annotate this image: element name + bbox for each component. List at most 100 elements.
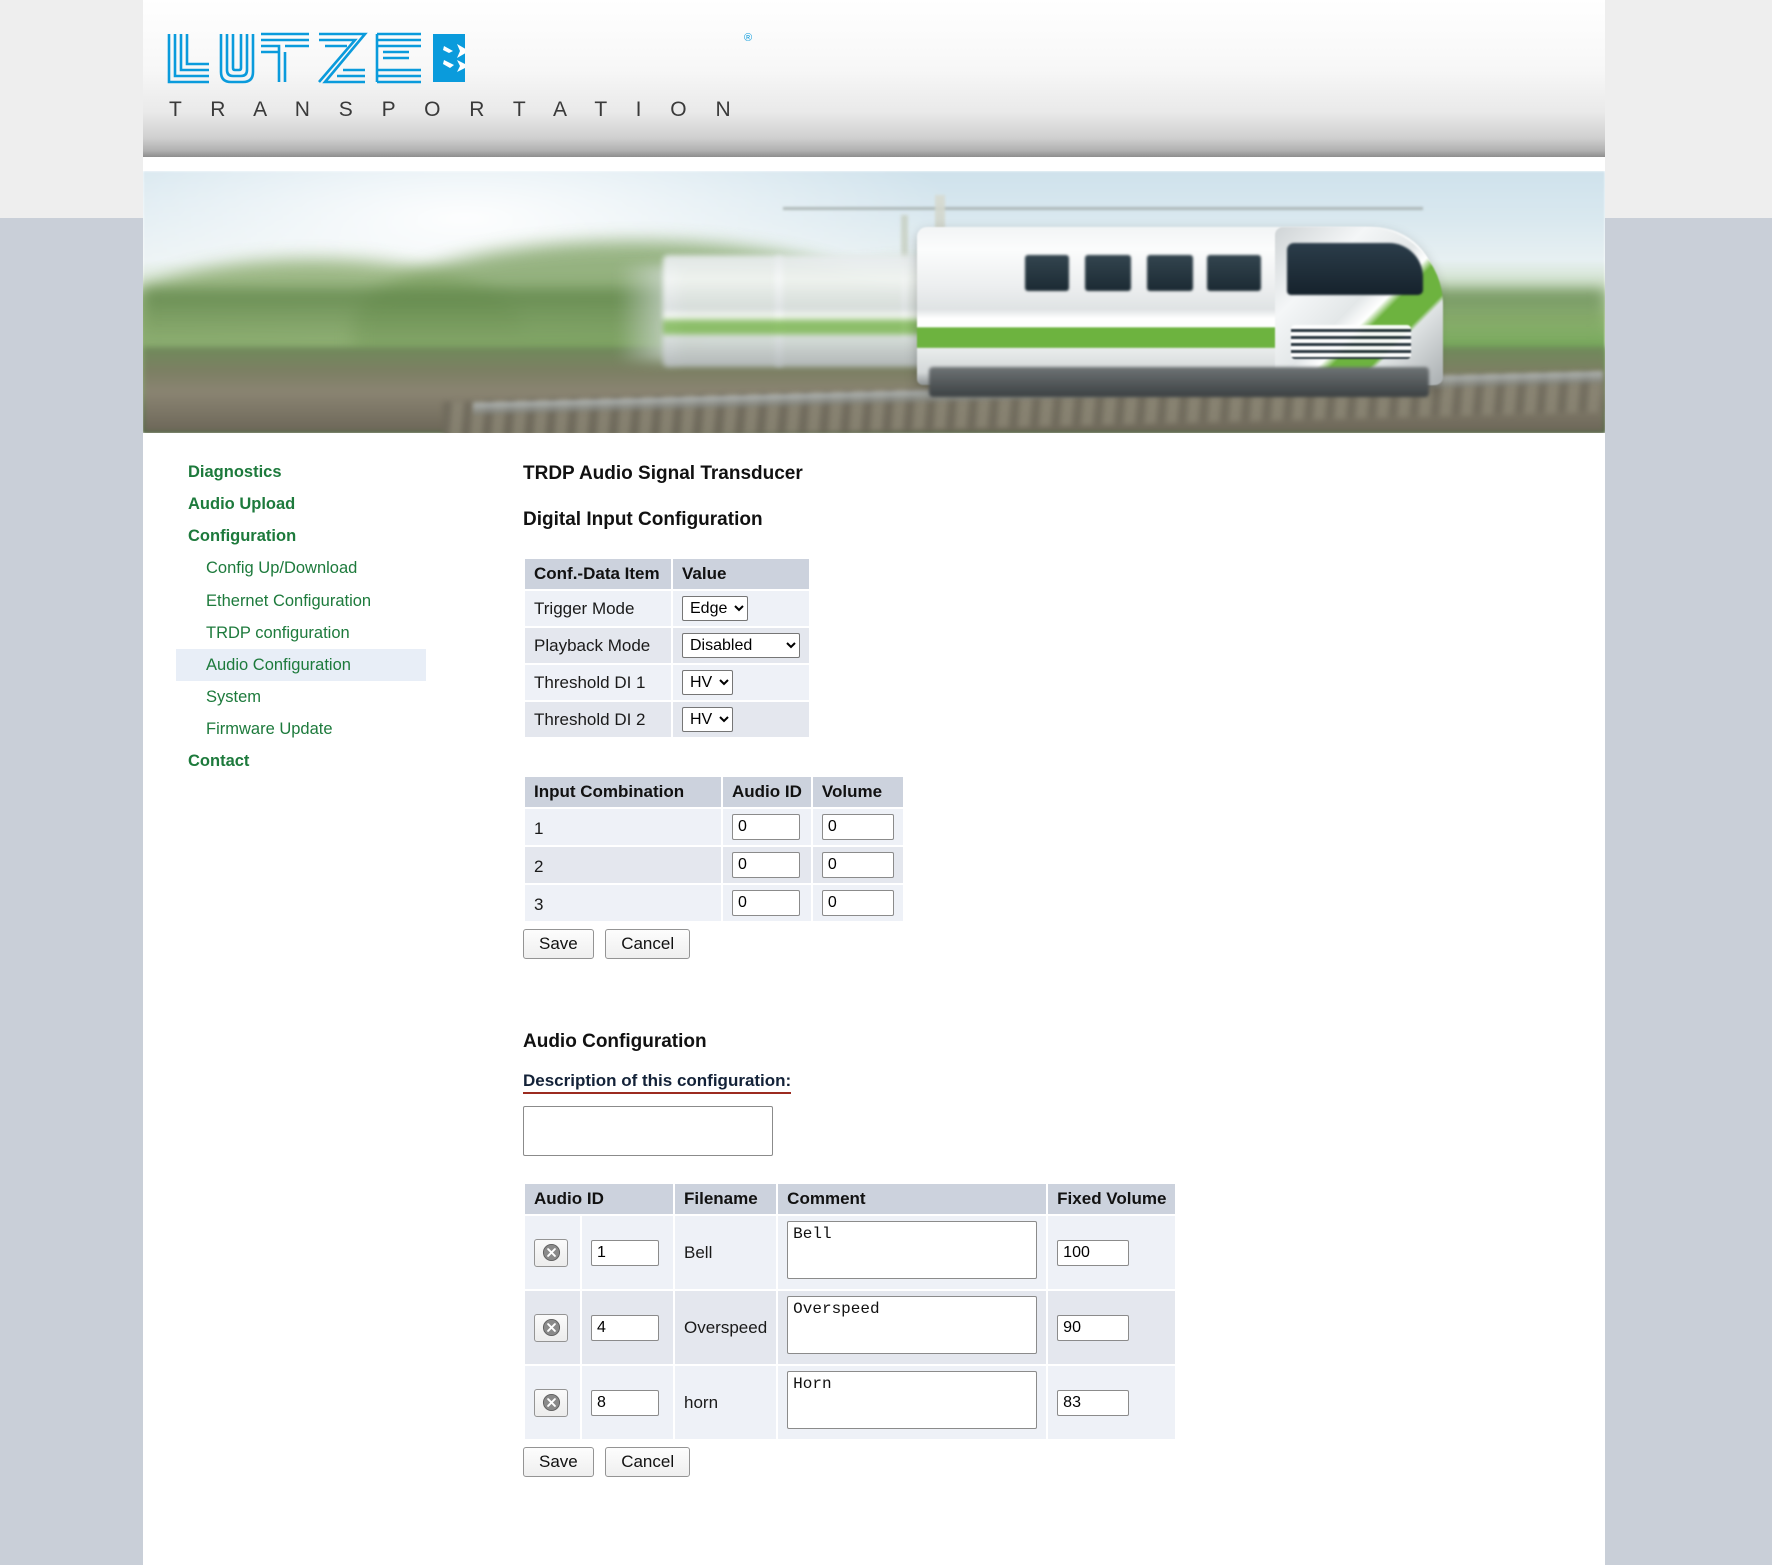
- audio-row-2-comment[interactable]: Overspeed: [787, 1296, 1038, 1354]
- combination-volume-cell: [812, 809, 903, 845]
- sidebar-item-trdp-configuration[interactable]: TRDP configuration: [176, 617, 426, 649]
- train-cab-window: [1287, 243, 1423, 295]
- description-textarea[interactable]: [523, 1106, 773, 1156]
- description-label: Description of this configuration:: [523, 1071, 792, 1094]
- table-header-row: Audio ID Filename Comment Fixed Volume: [525, 1184, 1176, 1214]
- audio-row-1-id[interactable]: [591, 1239, 659, 1266]
- table-row: 2: [525, 847, 903, 883]
- threshold-di-2-select[interactable]: HV: [682, 707, 733, 732]
- row-value-threshold-di-2: HV: [673, 702, 809, 737]
- sidebar-item-ethernet-configuration[interactable]: Ethernet Configuration: [176, 585, 426, 617]
- combination-index: 3: [525, 885, 721, 921]
- audio-row-2-filename: Overspeed: [675, 1291, 777, 1364]
- input-combination-1-audio-id[interactable]: [732, 814, 800, 840]
- comment-cell: Overspeed: [778, 1291, 1047, 1364]
- delete-cell: [525, 1366, 580, 1439]
- sidebar-nav: Diagnostics Audio Upload Configuration C…: [176, 456, 426, 777]
- site-header: T R A N S P O R T A T I O N ®: [143, 0, 1605, 157]
- audio-row-1-fixed-volume[interactable]: [1057, 1239, 1130, 1266]
- row-value-playback-mode: Disabled: [673, 628, 809, 663]
- page-title: TRDP Audio Signal Transducer: [523, 463, 803, 484]
- row-label-playback-mode: Playback Mode: [525, 628, 671, 663]
- hero-train-banner: [143, 171, 1605, 433]
- train-front-grille: [1291, 325, 1411, 359]
- circle-x-icon: [542, 1318, 560, 1337]
- page-body: Diagnostics Audio Upload Configuration C…: [143, 433, 1605, 1565]
- table-row: Overspeed Overspeed: [525, 1291, 1176, 1364]
- trigger-mode-select[interactable]: Edge: [682, 596, 748, 621]
- delete-audio-row-button[interactable]: [534, 1313, 568, 1342]
- input-combination-3-volume[interactable]: [821, 890, 894, 916]
- header-filename: Filename: [675, 1184, 777, 1214]
- comment-cell: Bell: [778, 1216, 1047, 1289]
- input-combination-3-audio-id[interactable]: [732, 890, 800, 916]
- hero-train: [617, 193, 1443, 403]
- lutze-wordmark-icon: [167, 32, 465, 84]
- table-header-row: Conf.-Data Item Value: [525, 559, 809, 589]
- audio-row-2-fixed-volume[interactable]: [1057, 1314, 1130, 1341]
- input-combination-2-audio-id[interactable]: [732, 852, 800, 878]
- sidebar-item-firmware-update[interactable]: Firmware Update: [176, 713, 426, 745]
- delete-cell: [525, 1291, 580, 1364]
- input-combination-1-volume[interactable]: [821, 814, 894, 840]
- table-row: 1: [525, 809, 903, 845]
- table-row: Threshold DI 2 HV: [525, 702, 809, 737]
- audio-configuration-table: Audio ID Filename Comment Fixed Volume 1…: [523, 1182, 1177, 1441]
- table-row: Threshold DI 1 HV: [525, 665, 809, 700]
- digital-input-button-row: Save Cancel: [523, 929, 1523, 959]
- header-volume: Volume: [812, 777, 903, 807]
- audio-row-3-filename: horn: [675, 1366, 777, 1439]
- train-skirt: [929, 367, 1429, 397]
- table-row: Trigger Mode Edge: [525, 591, 809, 626]
- train-window: [1025, 255, 1069, 291]
- sidebar-item-system[interactable]: System: [176, 681, 426, 713]
- sidebar-item-audio-configuration[interactable]: Audio Configuration: [176, 648, 426, 681]
- audio-id-cell: [582, 1366, 673, 1439]
- audio-row-1-filename: Bell: [675, 1216, 777, 1289]
- header-audio-id: Audio ID: [723, 777, 811, 807]
- audio-id-cell: [582, 1216, 673, 1289]
- playback-mode-select[interactable]: Disabled: [682, 633, 800, 658]
- table-row: Playback Mode Disabled: [525, 628, 809, 663]
- lutze-logo[interactable]: T R A N S P O R T A T I O N ®: [165, 30, 752, 122]
- sidebar-item-config-up-download[interactable]: Config Up/Download: [176, 552, 426, 584]
- header-audio-id: Audio ID: [525, 1184, 673, 1214]
- sidebar-item-diagnostics[interactable]: Diagnostics: [176, 456, 426, 488]
- sidebar-item-contact[interactable]: Contact: [176, 745, 426, 777]
- delete-audio-row-button[interactable]: [534, 1388, 568, 1417]
- audio-configuration-save-button[interactable]: Save: [523, 1447, 594, 1477]
- row-label-threshold-di-2: Threshold DI 2: [525, 702, 671, 737]
- digital-input-heading: Digital Input Configuration: [523, 509, 763, 530]
- audio-row-2-id[interactable]: [591, 1314, 659, 1341]
- train-car: [663, 255, 783, 367]
- audio-id-cell: [582, 1291, 673, 1364]
- audio-row-3-id[interactable]: [591, 1389, 659, 1416]
- header-input-combination: Input Combination: [525, 777, 721, 807]
- header-value: Value: [673, 559, 809, 589]
- comment-cell: Horn: [778, 1366, 1047, 1439]
- sidebar-item-configuration[interactable]: Configuration: [176, 520, 426, 552]
- fixed-volume-cell: [1048, 1216, 1176, 1289]
- audio-configuration-cancel-button[interactable]: Cancel: [605, 1447, 691, 1477]
- row-value-threshold-di-1: HV: [673, 665, 809, 700]
- combination-index: 2: [525, 847, 721, 883]
- digital-input-save-button[interactable]: Save: [523, 929, 594, 959]
- audio-row-1-comment[interactable]: Bell: [787, 1221, 1038, 1279]
- combination-audio-id-cell: [723, 847, 811, 883]
- sidebar-item-audio-upload[interactable]: Audio Upload: [176, 488, 426, 520]
- combination-volume-cell: [812, 847, 903, 883]
- train-window: [1207, 255, 1261, 291]
- input-combination-2-volume[interactable]: [821, 852, 894, 878]
- audio-row-3-comment[interactable]: Horn: [787, 1371, 1038, 1429]
- fixed-volume-cell: [1048, 1291, 1176, 1364]
- combination-volume-cell: [812, 885, 903, 921]
- threshold-di-1-select[interactable]: HV: [682, 670, 733, 695]
- row-label-trigger-mode: Trigger Mode: [525, 591, 671, 626]
- table-row: Bell Bell: [525, 1216, 1176, 1289]
- audio-row-3-fixed-volume[interactable]: [1057, 1389, 1130, 1416]
- train-window: [1085, 255, 1131, 291]
- delete-audio-row-button[interactable]: [534, 1238, 568, 1267]
- combination-audio-id-cell: [723, 809, 811, 845]
- digital-input-cancel-button[interactable]: Cancel: [605, 929, 691, 959]
- main-content: TRDP Audio Signal Transducer Digital Inp…: [523, 463, 1523, 1477]
